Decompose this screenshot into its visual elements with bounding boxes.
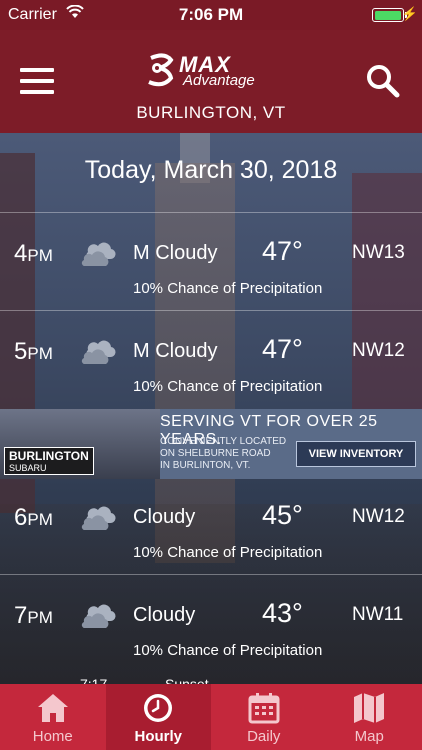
precip-label: 10% Chance of Precipitation [133, 544, 323, 561]
date-heading: Today, March 30, 2018 [84, 156, 338, 184]
ad-line: IN BURLINTON, VT. [160, 460, 251, 471]
app-header: MAX Advantage BURLINGTON, VT [0, 30, 422, 133]
tab-label: Map [354, 728, 384, 745]
hourly-row[interactable]: 6PM Cloudy 45° NW12 10% Chance of Precip… [0, 476, 422, 574]
view-inventory-button[interactable]: VIEW INVENTORY [296, 441, 416, 467]
condition-label: M Cloudy [133, 242, 218, 264]
clock-icon [144, 694, 173, 722]
tab-label: Hourly [134, 728, 182, 745]
wind-label: NW11 [352, 604, 404, 625]
hour-label: 6PM [14, 504, 53, 531]
condition-label: Cloudy [133, 506, 196, 528]
dealer-logo: BURLINGTON SUBARU [4, 447, 94, 475]
dealer-sub: SUBARU [9, 463, 47, 473]
tab-map[interactable]: Map [317, 684, 422, 750]
logo-text-advantage: Advantage [183, 72, 255, 89]
tab-label: Home [32, 728, 73, 745]
hourly-row[interactable]: 7PM Cloudy 43° NW11 10% Chance of Precip… [0, 574, 422, 672]
condition-label: Cloudy [133, 604, 196, 626]
cloudy-icon [81, 242, 116, 266]
wind-label: NW13 [352, 242, 405, 263]
status-time: 7:06 PM [178, 5, 244, 24]
hourly-row[interactable]: 5PM M Cloudy 47° NW12 10% Chance of Prec… [0, 310, 422, 408]
search-icon[interactable] [366, 64, 400, 98]
wind-label: NW12 [352, 340, 405, 361]
precip-label: 10% Chance of Precipitation [133, 280, 323, 297]
tab-home[interactable]: Home [0, 684, 106, 750]
dealer-name: BURLINGTON [9, 449, 89, 463]
cloudy-icon [81, 340, 116, 364]
wind-label: NW12 [352, 506, 405, 527]
temperature-label: 45° [262, 500, 303, 530]
location-label[interactable]: BURLINGTON, VT [0, 103, 422, 123]
tab-bar: Home Hourly Daily Map [0, 684, 422, 750]
hourly-row[interactable]: 4PM M Cloudy 47° NW13 10% Chance of Prec… [0, 212, 422, 310]
charging-icon: ⚡ [401, 6, 418, 21]
ad-banner[interactable]: BURLINGTON SUBARU SERVING VT FOR OVER 25… [0, 409, 422, 479]
tab-daily[interactable]: Daily [211, 684, 317, 750]
max-advantage-logo: MAX Advantage [145, 50, 285, 90]
calendar-icon [248, 693, 280, 724]
ad-line: ON SHELBURNE ROAD [160, 448, 271, 459]
battery-icon [372, 8, 404, 22]
precip-label: 10% Chance of Precipitation [133, 642, 323, 659]
precip-label: 10% Chance of Precipitation [133, 378, 323, 395]
hour-label: 7PM [14, 602, 53, 629]
status-bar: Carrier 7:06 PM ⚡ [0, 0, 422, 30]
logo-mark-icon [148, 53, 174, 87]
temperature-label: 47° [262, 334, 303, 364]
tab-hourly[interactable]: Hourly [105, 684, 211, 750]
ad-line: CONVENIENTLY LOCATED [160, 436, 287, 447]
condition-label: M Cloudy [133, 340, 218, 362]
hour-label: 5PM [14, 338, 53, 365]
hamburger-menu-icon[interactable] [20, 68, 54, 94]
home-icon [37, 694, 68, 722]
tab-label: Daily [247, 728, 281, 745]
cloudy-icon [81, 506, 116, 530]
cloudy-icon [81, 604, 116, 628]
map-icon [354, 693, 385, 723]
hour-label: 4PM [14, 240, 53, 267]
temperature-label: 43° [262, 598, 303, 628]
temperature-label: 47° [262, 236, 303, 266]
